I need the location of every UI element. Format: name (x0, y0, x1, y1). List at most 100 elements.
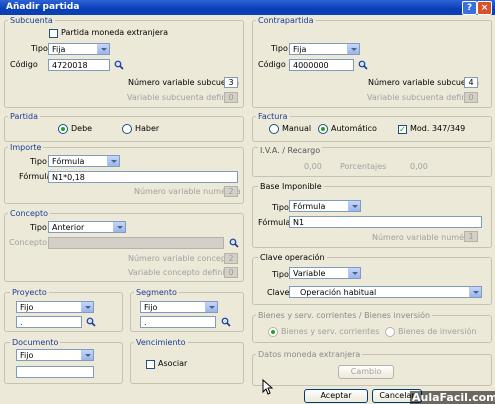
datos-moneda-group-label: Datos moneda extranjera (256, 350, 363, 359)
segmento-group-label: Segmento (134, 288, 179, 297)
chevron-down-icon (348, 201, 360, 211)
importe-tipo-label: Tipo (30, 157, 47, 166)
base-tipo-select[interactable]: Fórmula (289, 200, 361, 212)
chevron-down-icon (97, 44, 109, 54)
bienes-corrientes-label: Bienes y serv. corrientes (281, 327, 380, 336)
search-icon[interactable] (358, 60, 368, 70)
bienes-inversion-radio (385, 327, 395, 337)
concepto-tipo-label: Tipo (30, 223, 47, 232)
window-title: Añadir partida (6, 2, 80, 12)
importe-formula-input[interactable]: N1*0,18 (48, 171, 238, 183)
concepto-num-var-label: Número variable concepto (128, 254, 234, 263)
segmento-tipo-value: Fijo (144, 303, 158, 312)
watermark: AulaFacil.com (410, 391, 495, 404)
search-icon[interactable] (221, 317, 231, 327)
importe-tipo-select[interactable]: Fórmula (48, 155, 120, 167)
title-bar: Añadir partida ? × (0, 0, 495, 15)
contrapartida-tipo-label: Tipo (271, 44, 288, 53)
concepto-label: Concepto (9, 238, 47, 247)
documento-tipo-select[interactable]: Fijo (16, 349, 94, 361)
partida-moneda-label: Partida moneda extranjera (61, 28, 168, 37)
base-tipo-label: Tipo (272, 203, 289, 212)
contrapartida-var-definida-input: 0 (464, 92, 478, 103)
vencimiento-group-label: Vencimiento (134, 338, 188, 347)
proyecto-input[interactable]: . (16, 316, 82, 328)
contrapartida-num-var-label: Número variable subcuenta (368, 78, 479, 87)
subcuenta-num-var-label: Número variable subcuenta (128, 78, 239, 87)
chevron-down-icon (113, 222, 125, 232)
concepto-tipo-select[interactable]: Anterior (48, 221, 126, 233)
search-icon[interactable] (86, 317, 96, 327)
concepto-group-label: Concepto (8, 209, 50, 218)
chevron-down-icon (347, 44, 359, 54)
asociar-checkbox[interactable] (146, 360, 155, 369)
clave-tipo-select[interactable]: Variable (289, 267, 361, 279)
debe-radio[interactable] (58, 124, 68, 134)
mod-347-label: Mod. 347/349 (410, 124, 466, 133)
search-icon[interactable] (229, 238, 239, 248)
clave-tipo-label: Tipo (272, 270, 289, 279)
concepto-input (48, 237, 224, 249)
manual-radio[interactable] (269, 124, 279, 134)
contrapartida-tipo-value: Fija (293, 45, 307, 54)
mod-347-checkbox[interactable]: ✓ (398, 125, 407, 134)
contrapartida-codigo-label: Código (258, 60, 286, 69)
clave-value: Operación habitual (300, 288, 377, 297)
subcuenta-var-definida-label: Variable subcuenta definida (127, 93, 239, 102)
chevron-down-icon (81, 302, 93, 312)
contrapartida-group-label: Contrapartida (256, 16, 316, 25)
proyecto-tipo-select[interactable]: Fijo (16, 301, 94, 313)
bienes-group-label: Bienes y serv. corrientes / Bienes inver… (256, 311, 433, 320)
partida-moneda-checkbox[interactable] (49, 29, 58, 38)
contrapartida-tipo-select[interactable]: Fija (289, 43, 360, 55)
chevron-down-icon (107, 156, 119, 166)
help-button[interactable]: ? (462, 1, 477, 15)
porcentajes-label: Porcentajes (340, 162, 387, 171)
subcuenta-group-label: Subcuenta (8, 16, 55, 25)
proyecto-group-label: Proyecto (10, 288, 49, 297)
importe-group-label: Importe (8, 143, 44, 152)
concepto-num-var-input: 2 (224, 253, 238, 264)
automatico-radio[interactable] (318, 124, 328, 134)
aceptar-button[interactable]: Aceptar (304, 389, 368, 403)
iva-value-1: 0,00 (304, 162, 322, 171)
subcuenta-tipo-select[interactable]: Fija (48, 43, 110, 55)
chevron-down-icon (348, 268, 360, 278)
mouse-cursor-icon (262, 379, 273, 395)
partida-group-label: Partida (8, 112, 40, 121)
cambio-button: Cambio (338, 365, 394, 379)
contrapartida-codigo-input[interactable]: 4000000 (289, 59, 354, 71)
clave-select[interactable]: Operación habitual (289, 286, 482, 298)
subcuenta-codigo-input[interactable]: 4720018 (48, 59, 110, 71)
concepto-tipo-value: Anterior (52, 223, 85, 232)
iva-value-2: 0,00 (410, 162, 428, 171)
segmento-tipo-select[interactable]: Fijo (140, 301, 218, 313)
search-icon[interactable] (114, 60, 124, 70)
chevron-down-icon (205, 302, 217, 312)
asociar-label: Asociar (158, 359, 188, 368)
documento-group-label: Documento (10, 338, 61, 347)
haber-label: Haber (135, 124, 160, 133)
base-formula-label: Fórmula (258, 218, 291, 227)
bienes-inversion-label: Bienes de inversión (398, 327, 477, 336)
subcuenta-tipo-value: Fija (52, 45, 66, 54)
clave-label: Clave (267, 288, 290, 297)
importe-formula-label: Fórmula (19, 172, 52, 181)
close-button[interactable]: × (477, 1, 492, 15)
contrapartida-num-var-input[interactable]: 4 (464, 77, 478, 88)
contrapartida-var-definida-label: Variable subcuenta definida (367, 93, 479, 102)
chevron-down-icon (469, 287, 481, 297)
iva-group-label: I.V.A. / Recargo (258, 146, 323, 155)
subcuenta-codigo-label: Código (10, 60, 38, 69)
bienes-corrientes-radio (268, 327, 278, 337)
subcuenta-tipo-label: Tipo (31, 44, 48, 53)
subcuenta-num-var-input[interactable]: 3 (224, 77, 238, 88)
haber-radio[interactable] (122, 124, 132, 134)
clave-operacion-group-label: Clave operación (258, 253, 327, 262)
base-formula-input[interactable]: N1 (289, 216, 482, 228)
documento-input[interactable] (16, 366, 94, 378)
segmento-input[interactable]: . (140, 316, 216, 328)
concepto-var-definida-input: 0 (224, 267, 238, 278)
clave-tipo-value: Variable (293, 269, 326, 278)
concepto-var-definida-label: Variable concepto definida (128, 268, 235, 277)
